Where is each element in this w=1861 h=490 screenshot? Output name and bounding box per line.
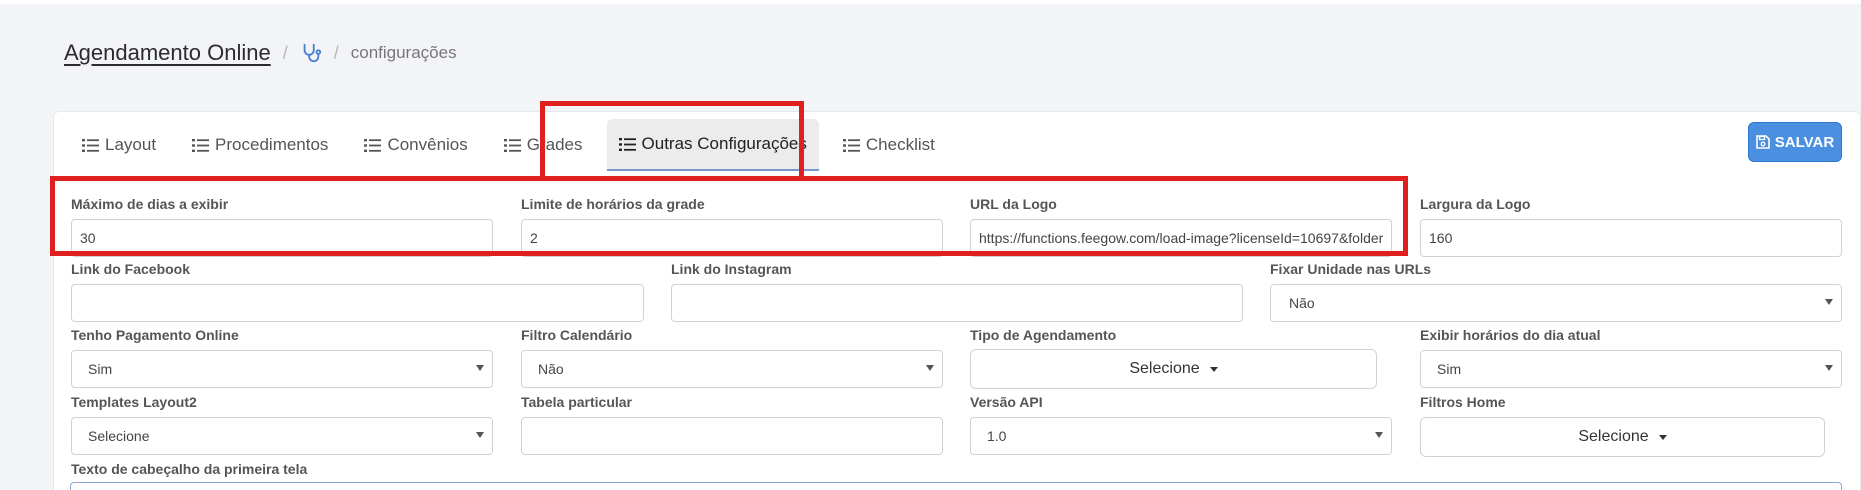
tipo-agendamento-value: Selecione <box>1129 360 1200 377</box>
pagamento-online-label: Tenho Pagamento Online <box>71 327 239 343</box>
filtros-home-value: Selecione <box>1578 428 1649 445</box>
fixar-unidade-select[interactable]: Não <box>1270 284 1842 322</box>
filtros-home-multiselect[interactable]: Selecione <box>1420 417 1825 457</box>
largura-logo-label: Largura da Logo <box>1420 196 1531 212</box>
pagamento-online-select[interactable]: Sim <box>71 350 493 388</box>
exibir-horarios-select[interactable]: Sim <box>1420 350 1842 388</box>
link-instagram-input[interactable] <box>671 284 1243 322</box>
tabela-particular-input[interactable] <box>521 417 943 455</box>
tab-label: Convênios <box>387 135 468 154</box>
save-button[interactable]: SALVAR <box>1748 122 1842 162</box>
exibir-horarios-label: Exibir horários do dia atual <box>1420 327 1601 343</box>
filtro-calendario-value: Não <box>538 361 564 377</box>
chevron-down-icon <box>1825 299 1833 305</box>
list-icon <box>192 138 210 152</box>
caret-down-icon <box>1658 434 1667 440</box>
chevron-down-icon <box>1375 432 1383 438</box>
tab-layout[interactable]: Layout <box>70 119 168 171</box>
breadcrumb-current: configurações <box>350 43 457 62</box>
tab-grades[interactable]: Grades <box>492 119 595 171</box>
templates-layout2-select[interactable]: Selecione <box>71 417 493 455</box>
versao-api-value: 1.0 <box>987 428 1007 444</box>
tab-convenios[interactable]: Convênios <box>352 119 479 171</box>
templates-layout2-value: Selecione <box>88 428 150 444</box>
fixar-unidade-label: Fixar Unidade nas URLs <box>1270 261 1432 277</box>
tab-label: Procedimentos <box>215 135 329 154</box>
tab-outras-configuracoes[interactable]: Outras Configurações <box>606 119 819 171</box>
list-icon <box>503 138 521 152</box>
fixar-unidade-value: Não <box>1289 295 1315 311</box>
floppy-disk-icon <box>1755 135 1770 149</box>
tab-procedimentos[interactable]: Procedimentos <box>180 119 340 171</box>
breadcrumb-separator: / <box>333 42 339 63</box>
tab-label: Outras Configurações <box>641 134 807 153</box>
tab-label: Checklist <box>865 135 935 154</box>
top-strip <box>0 0 1861 4</box>
tab-checklist[interactable]: Checklist <box>831 119 947 171</box>
page-title[interactable]: Agendamento Online <box>64 40 271 66</box>
tabela-particular-label: Tabela particular <box>521 394 633 410</box>
filtro-calendario-label: Filtro Calendário <box>521 327 633 343</box>
chevron-down-icon <box>476 365 484 371</box>
url-logo-label: URL da Logo <box>970 196 1057 212</box>
link-facebook-input[interactable] <box>71 284 644 322</box>
pagamento-online-value: Sim <box>88 361 113 377</box>
limite-horarios-input[interactable]: 2 <box>521 219 943 257</box>
link-instagram-label: Link do Instagram <box>671 261 792 277</box>
caret-down-icon <box>1209 366 1218 372</box>
tipo-agendamento-multiselect[interactable]: Selecione <box>970 349 1377 389</box>
versao-api-select[interactable]: 1.0 <box>970 417 1392 455</box>
texto-cabecalho-label: Texto de cabeçalho da primeira tela <box>71 461 308 477</box>
list-icon <box>364 138 382 152</box>
list-icon <box>842 138 860 152</box>
breadcrumb: Agendamento Online / / configurações <box>64 38 457 68</box>
chevron-down-icon <box>476 432 484 438</box>
link-facebook-label: Link do Facebook <box>71 261 191 277</box>
list-icon <box>82 138 99 152</box>
filtros-home-label: Filtros Home <box>1420 394 1506 410</box>
max-dias-label: Máximo de dias a exibir <box>71 196 229 212</box>
versao-api-label: Versão API <box>970 394 1043 410</box>
texto-cabecalho-editor[interactable] <box>70 482 1842 490</box>
limite-horarios-label: Limite de horários da grade <box>521 196 705 212</box>
list-icon <box>618 137 636 151</box>
save-button-label: SALVAR <box>1774 133 1835 151</box>
tab-label: Grades <box>526 135 583 154</box>
tab-bar: Layout Procedimentos Convênios Grades Ou… <box>70 116 959 174</box>
exibir-horarios-value: Sim <box>1437 361 1462 377</box>
stethoscope-icon[interactable] <box>300 42 322 64</box>
templates-layout2-label: Templates Layout2 <box>71 394 197 410</box>
largura-logo-input[interactable]: 160 <box>1420 219 1842 257</box>
filtro-calendario-select[interactable]: Não <box>521 350 943 388</box>
breadcrumb-separator: / <box>282 42 288 63</box>
tab-label: Layout <box>105 135 157 154</box>
chevron-down-icon <box>1825 365 1833 371</box>
url-logo-input[interactable]: https://functions.feegow.com/load-image?… <box>970 219 1392 257</box>
tipo-agendamento-label: Tipo de Agendamento <box>970 327 1117 343</box>
chevron-down-icon <box>926 365 934 371</box>
max-dias-input[interactable]: 30 <box>71 219 493 257</box>
